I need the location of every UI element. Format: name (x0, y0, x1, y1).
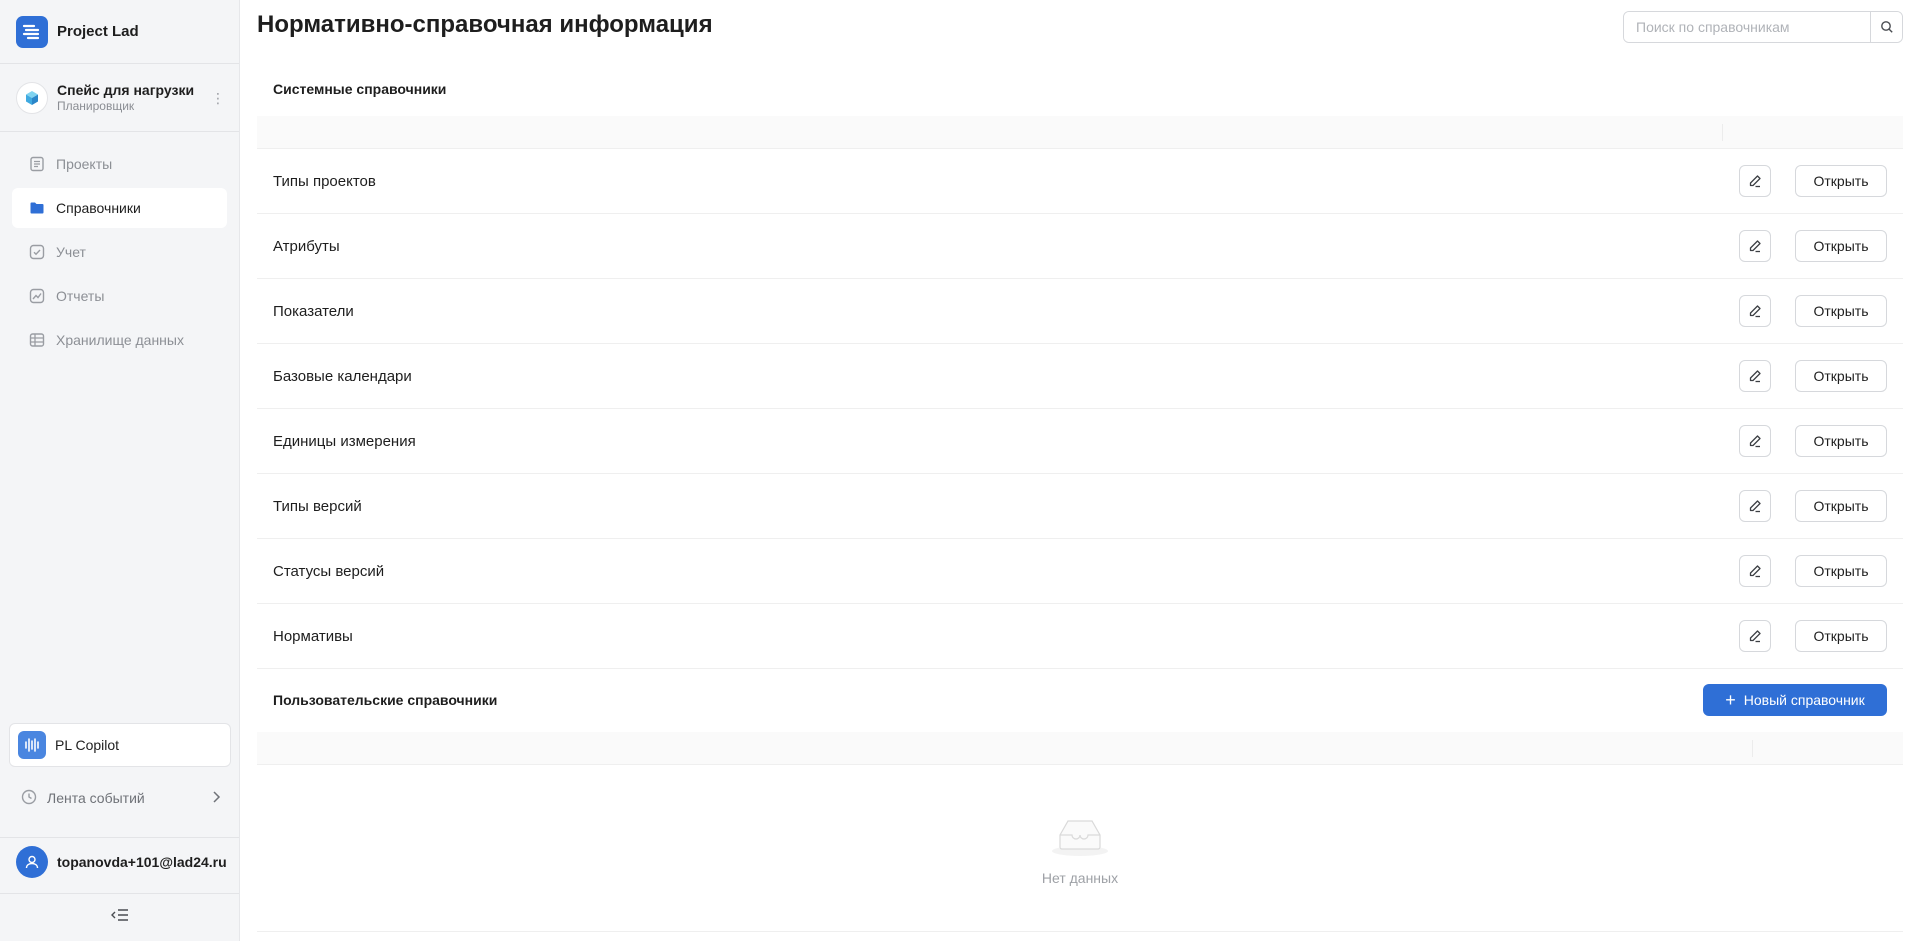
reference-name: Типы проектов (273, 172, 376, 190)
table-row: Типы версий Открыть (257, 474, 1903, 539)
custom-table-header (257, 732, 1903, 765)
more-vertical-icon[interactable]: ⋮ (211, 91, 225, 105)
space-switcher[interactable]: Спейс для нагрузки Планировщик ⋮ (0, 64, 239, 132)
open-button[interactable]: Открыть (1795, 425, 1887, 457)
user-email: topanovda+101@lad24.ru (57, 853, 227, 870)
empty-state: Нет данных (257, 765, 1903, 932)
reference-name: Статусы версий (273, 562, 385, 580)
open-button[interactable]: Открыть (1795, 165, 1887, 197)
table-row: Нормативы Открыть (257, 604, 1903, 669)
folder-icon (28, 199, 46, 217)
user-profile[interactable]: topanovda+101@lad24.ru (0, 837, 239, 885)
brand-name: Project Lad (57, 23, 139, 40)
table-row: Статусы версий Открыть (257, 539, 1903, 604)
pencil-icon (1749, 500, 1761, 513)
pencil-icon (1749, 565, 1761, 578)
sidebar-item-references[interactable]: Справочники (12, 188, 227, 228)
avatar (16, 845, 48, 878)
column-divider (1752, 740, 1753, 757)
sidebar-nav: Проекты Справочники Учет Отчеты Хранилищ… (0, 132, 239, 360)
edit-button[interactable] (1739, 425, 1771, 457)
event-feed-button[interactable]: Лента событий (9, 778, 231, 818)
space-subtitle: Планировщик (57, 99, 135, 113)
collapse-sidebar-button[interactable] (0, 893, 239, 941)
reference-name: Единицы измерения (273, 432, 416, 450)
pencil-icon (1749, 175, 1761, 188)
copilot-label: PL Copilot (55, 737, 120, 753)
copilot-button[interactable]: PL Copilot (9, 723, 231, 767)
sidebar: Project Lad Спейс для нагрузки Планировщ… (0, 0, 240, 941)
plus-icon: + (1725, 690, 1736, 710)
history-icon (20, 788, 38, 809)
pencil-icon (1749, 370, 1761, 383)
edit-button[interactable] (1739, 230, 1771, 262)
sidebar-item-label: Отчеты (56, 288, 105, 304)
new-reference-button[interactable]: + Новый справочник (1703, 684, 1887, 716)
pencil-icon (1749, 630, 1761, 643)
table-row: Показатели Открыть (257, 279, 1903, 344)
table-icon (28, 331, 46, 349)
sidebar-item-label: Проекты (56, 156, 113, 172)
edit-button[interactable] (1739, 490, 1771, 522)
custom-section-title: Пользовательские справочники (273, 692, 498, 708)
reference-name: Атрибуты (273, 237, 340, 255)
sidebar-item-reports[interactable]: Отчеты (12, 276, 227, 316)
reference-name: Типы версий (273, 497, 362, 515)
space-title: Спейс для нагрузки (57, 82, 195, 98)
table-row: Атрибуты Открыть (257, 214, 1903, 279)
sidebar-item-label: Учет (56, 244, 86, 260)
open-button[interactable]: Открыть (1795, 490, 1887, 522)
edit-button[interactable] (1739, 555, 1771, 587)
sidebar-item-data-storage[interactable]: Хранилище данных (12, 320, 227, 360)
pencil-icon (1749, 305, 1761, 318)
search-box (1623, 11, 1903, 43)
cube-icon (16, 81, 48, 114)
document-list-icon (28, 155, 46, 173)
system-table-header (257, 116, 1903, 149)
edit-button[interactable] (1739, 165, 1771, 197)
edit-button[interactable] (1739, 295, 1771, 327)
sidebar-item-label: Хранилище данных (56, 332, 184, 348)
table-row: Единицы измерения Открыть (257, 409, 1903, 474)
open-button[interactable]: Открыть (1795, 555, 1887, 587)
new-reference-label: Новый справочник (1743, 692, 1865, 708)
search-input[interactable] (1624, 12, 1870, 42)
edit-button[interactable] (1739, 620, 1771, 652)
sidebar-item-projects[interactable]: Проекты (12, 144, 227, 184)
collapse-menu-icon (110, 908, 130, 927)
page-title: Нормативно-справочная информация (257, 11, 713, 38)
empty-state-text: Нет данных (1041, 870, 1119, 886)
edit-button[interactable] (1739, 360, 1771, 392)
table-row: Базовые календари Открыть (257, 344, 1903, 409)
reference-name: Базовые календари (273, 367, 412, 385)
table-row: Типы проектов Открыть (257, 149, 1903, 214)
open-button[interactable]: Открыть (1795, 360, 1887, 392)
system-section-title: Системные справочники (273, 81, 447, 97)
open-button[interactable]: Открыть (1795, 230, 1887, 262)
main-content: Нормативно-справочная информация Системн… (257, 0, 1903, 941)
empty-inbox-icon (1048, 813, 1112, 862)
column-divider (1722, 124, 1723, 141)
event-feed-label: Лента событий (47, 790, 145, 806)
sidebar-item-accounting[interactable]: Учет (12, 232, 227, 272)
chevron-right-icon (211, 790, 221, 807)
reference-name: Показатели (273, 302, 354, 320)
checkbox-icon (28, 243, 46, 261)
search-icon (1880, 21, 1893, 33)
pencil-icon (1749, 240, 1761, 253)
pencil-icon (1749, 435, 1761, 448)
reference-name: Нормативы (273, 627, 353, 645)
sidebar-item-label: Справочники (56, 200, 141, 216)
open-button[interactable]: Открыть (1795, 620, 1887, 652)
brand-logo-icon (16, 15, 48, 48)
search-button[interactable] (1870, 12, 1902, 42)
brand[interactable]: Project Lad (0, 0, 239, 64)
copilot-icon (18, 731, 46, 759)
chart-icon (28, 287, 46, 305)
open-button[interactable]: Открыть (1795, 295, 1887, 327)
